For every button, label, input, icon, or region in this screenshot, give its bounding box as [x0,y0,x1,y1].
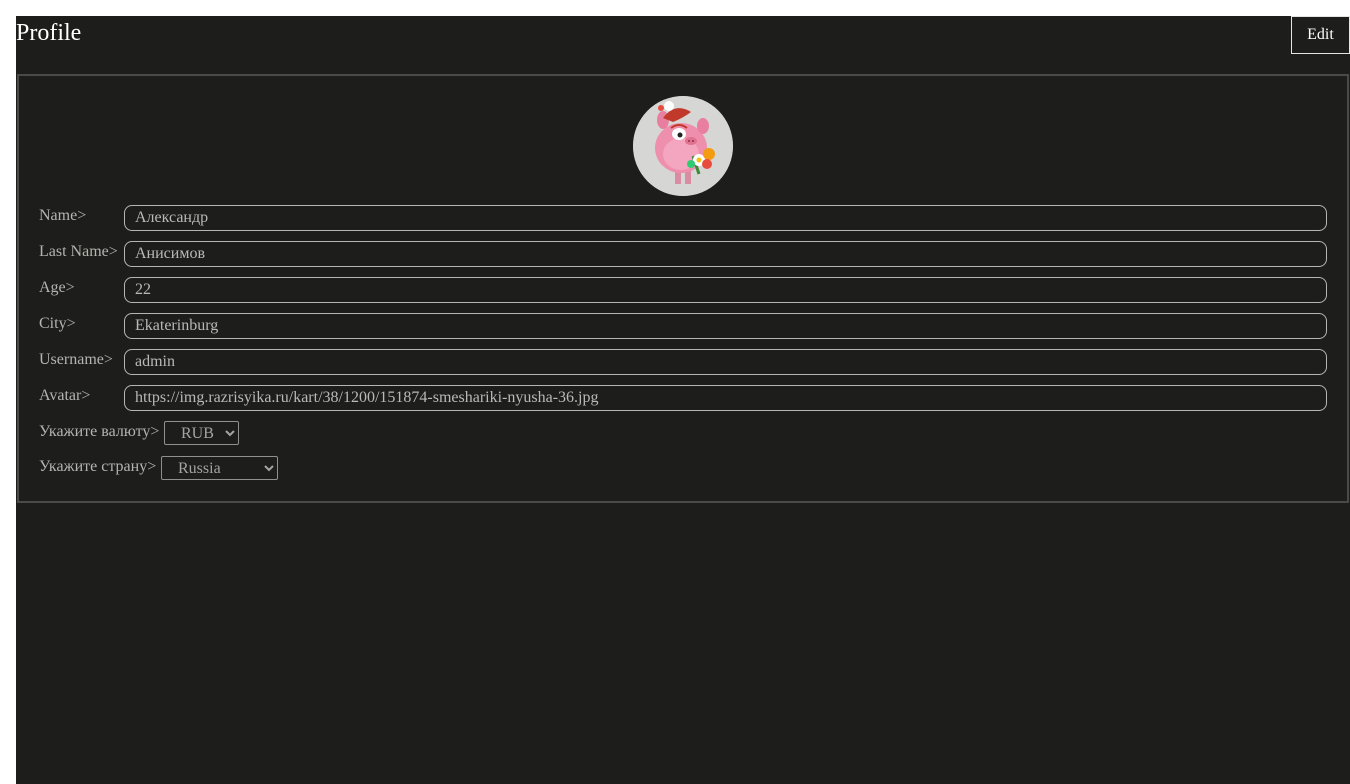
name-label: Name> [39,207,87,224]
profile-card: Name> Last Name> Age> City> Username> Av… [17,74,1349,503]
username-label: Username> [39,351,113,368]
currency-label: Укажите валюту> [39,423,160,440]
age-row: Age> [39,277,1327,303]
pig-character-avatar-image [633,96,733,196]
age-field[interactable] [124,277,1327,303]
name-row: Name> [39,205,1327,231]
username-row: Username> [39,349,1327,375]
avatar [633,96,733,196]
currency-row: Укажите валюту> RUB [39,421,1327,445]
last-name-label: Last Name> [39,243,118,260]
country-select[interactable]: Russia [161,456,278,480]
city-row: City> [39,313,1327,339]
edit-button[interactable]: Edit [1291,16,1350,54]
page-title: Profile [16,20,82,46]
avatar-url-field[interactable] [124,385,1327,411]
name-field[interactable] [124,205,1327,231]
city-field[interactable] [124,313,1327,339]
username-field[interactable] [124,349,1327,375]
age-label: Age> [39,279,75,296]
last-name-field[interactable] [124,241,1327,267]
currency-select[interactable]: RUB [164,421,239,445]
avatar-url-row: Avatar> [39,385,1327,411]
last-name-row: Last Name> [39,241,1327,267]
avatar-url-label: Avatar> [39,387,91,404]
city-label: City> [39,315,76,332]
profile-page: Profile Edit Name> Александр Last Name> … [16,16,1350,784]
country-row: Укажите страну> Russia [39,456,1327,480]
profile-header: Profile Edit [16,16,1350,74]
country-label: Укажите страну> [39,458,157,475]
